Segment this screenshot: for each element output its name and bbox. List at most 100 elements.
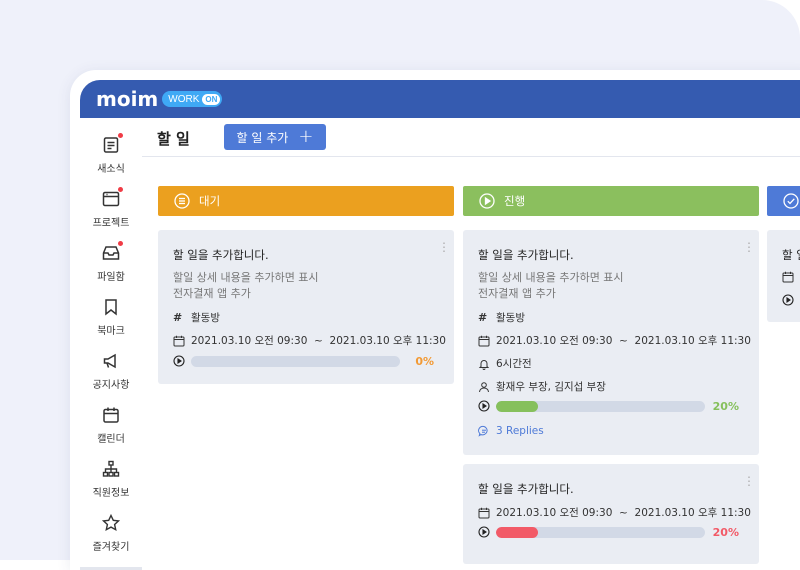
card-title: 할 일을 추가합니다.	[478, 248, 574, 262]
progress-fill	[496, 526, 538, 538]
sidebar-item-project[interactable]: 프로젝트	[80, 187, 142, 239]
more-options-icon[interactable]: ⋮	[743, 475, 755, 487]
card-date-range: 2021.03.10 오전 09:30 ~ 2021.03.10 오후 11:3…	[478, 505, 751, 520]
date-range-text: 2021.03.10 오전 09:30 ~ 2021.03.10 오후 11:3…	[496, 335, 751, 347]
card-description: 전자결재 앱 추가	[478, 287, 556, 300]
replies-text: 3 Replies	[496, 425, 544, 437]
more-options-icon[interactable]: ⋮	[743, 241, 755, 253]
progress-track	[496, 526, 705, 538]
logo-text: moim	[96, 87, 159, 111]
sidebar-item-files[interactable]: 파일함	[80, 241, 142, 293]
progress-fill	[496, 400, 538, 412]
page-toolbar: 할 일 할 일 추가 +	[142, 118, 800, 157]
date-range-text: 2021.03.10 오전 09:30 ~ 2021.03.10 오후 11:3…	[496, 507, 751, 519]
sidebar-item-label: 새소식	[97, 164, 125, 175]
play-icon	[479, 193, 495, 209]
work-on-badge: WORK ON	[162, 91, 223, 107]
app-window: moim WORK ON 새소식 프로젝트 파일함 북마크 공지사항 캘린더 직…	[70, 70, 800, 570]
sidebar-item-label: 공지사항	[92, 380, 130, 391]
card-title: 할 일을 추가합니다.	[478, 482, 574, 496]
notification-dot	[118, 187, 123, 192]
card-progress	[782, 294, 800, 306]
task-card[interactable]: 할 일	[767, 230, 800, 322]
star-icon	[101, 513, 121, 533]
add-task-button[interactable]: 할 일 추가 +	[224, 124, 326, 150]
hash-icon: #	[478, 310, 488, 324]
card-channel: # 활동방	[173, 310, 220, 325]
add-task-label: 할 일 추가	[236, 130, 289, 145]
app-header: moim WORK ON	[80, 80, 800, 118]
card-progress: 0%	[173, 354, 434, 368]
channel-name: 활동방	[191, 312, 220, 324]
sidebar-item-label: 북마크	[97, 326, 125, 337]
sidebar-item-news[interactable]: 새소식	[80, 133, 142, 185]
project-icon	[101, 187, 123, 209]
file-box-icon	[101, 241, 123, 263]
column-title: 진행	[504, 194, 526, 208]
calendar-icon	[478, 507, 490, 518]
sidebar-item-calendar[interactable]: 캘린더	[80, 405, 142, 455]
card-title: 할 일을 추가합니다.	[173, 248, 269, 262]
task-board: 대기 진행 할 일을 추가합니다. ⋮ 할일 상세 내용을 추가하면 표시 전자…	[142, 157, 800, 570]
card-description: 전자결재 앱 추가	[173, 287, 251, 300]
replies-link[interactable]: 3 Replies	[478, 425, 544, 437]
progress-track	[191, 355, 400, 367]
task-card[interactable]: 할 일을 추가합니다. ⋮ 2021.03.10 오전 09:30 ~ 2021…	[463, 464, 759, 564]
sidebar-item-label: 프로젝트	[92, 218, 130, 229]
list-icon	[174, 193, 190, 209]
progress-percent: 0%	[415, 354, 434, 368]
app-logo[interactable]: moim WORK ON	[96, 87, 223, 111]
page-title: 할 일	[157, 130, 190, 148]
calendar-icon	[782, 271, 794, 283]
bookmark-icon	[101, 297, 121, 317]
sidebar-item-label: 파일함	[97, 272, 125, 283]
news-icon	[101, 133, 123, 155]
sidebar-item-label: 직원정보	[92, 488, 130, 499]
card-progress: 20%	[478, 525, 739, 539]
plus-icon: +	[298, 126, 314, 147]
sidebar-item-notice[interactable]: 공지사항	[80, 351, 142, 401]
notification-dot	[118, 133, 123, 138]
bell-icon	[478, 359, 490, 370]
sidebar-item-bookmark[interactable]: 북마크	[80, 297, 142, 347]
person-icon	[479, 381, 489, 392]
play-circle-icon[interactable]	[478, 400, 490, 412]
sidebar-item-favorites[interactable]: 즐겨찾기	[80, 513, 142, 563]
card-date-range: 2021.03.10 오전 09:30 ~ 2021.03.10 오후 11:3…	[173, 333, 446, 348]
play-circle-icon[interactable]	[478, 526, 490, 538]
column-title: 대기	[199, 194, 221, 208]
org-chart-icon	[101, 459, 121, 479]
progress-percent: 20%	[712, 525, 739, 539]
hash-icon: #	[173, 310, 183, 324]
column-header-done[interactable]	[767, 186, 800, 216]
card-date-range: 2021.03.10 오전 09:30 ~ 2021.03.10 오후 11:3…	[478, 333, 751, 348]
sidebar-item-label: 즐겨찾기	[92, 542, 130, 553]
notification-dot	[118, 241, 123, 246]
column-header-waiting[interactable]: 대기	[158, 186, 454, 216]
check-circle-icon	[783, 193, 799, 209]
card-assignees: 황재우 부장, 김지섭 부장	[478, 379, 606, 394]
card-channel: # 활동방	[478, 310, 525, 325]
sidebar-item-staff[interactable]: 직원정보	[80, 459, 142, 509]
calendar-icon	[101, 405, 121, 425]
badge-work-text: WORK	[168, 93, 200, 105]
card-description: 할일 상세 내용을 추가하면 표시	[173, 271, 319, 284]
column-header-in-progress[interactable]: 진행	[463, 186, 759, 216]
assignees-text: 황재우 부장, 김지섭 부장	[496, 381, 606, 393]
task-card[interactable]: 할 일을 추가합니다. ⋮ 할일 상세 내용을 추가하면 표시 전자결재 앱 추…	[158, 230, 454, 384]
reminder-text: 6시간전	[496, 358, 532, 370]
comment-icon	[478, 425, 488, 437]
card-description: 할일 상세 내용을 추가하면 표시	[478, 271, 624, 284]
play-circle-icon[interactable]	[782, 294, 794, 306]
calendar-icon	[173, 335, 185, 346]
task-card[interactable]: 할 일을 추가합니다. ⋮ 할일 상세 내용을 추가하면 표시 전자결재 앱 추…	[463, 230, 759, 455]
play-circle-icon[interactable]	[173, 355, 185, 367]
card-title: 할 일	[782, 248, 800, 262]
progress-track	[496, 400, 705, 412]
card-reminder: 6시간전	[478, 356, 532, 371]
megaphone-icon	[101, 351, 121, 371]
sidebar: 새소식 프로젝트 파일함 북마크 공지사항 캘린더 직원정보 즐겨찾기	[80, 118, 143, 570]
more-options-icon[interactable]: ⋮	[438, 241, 450, 253]
calendar-icon	[478, 335, 490, 346]
card-progress: 20%	[478, 400, 739, 413]
